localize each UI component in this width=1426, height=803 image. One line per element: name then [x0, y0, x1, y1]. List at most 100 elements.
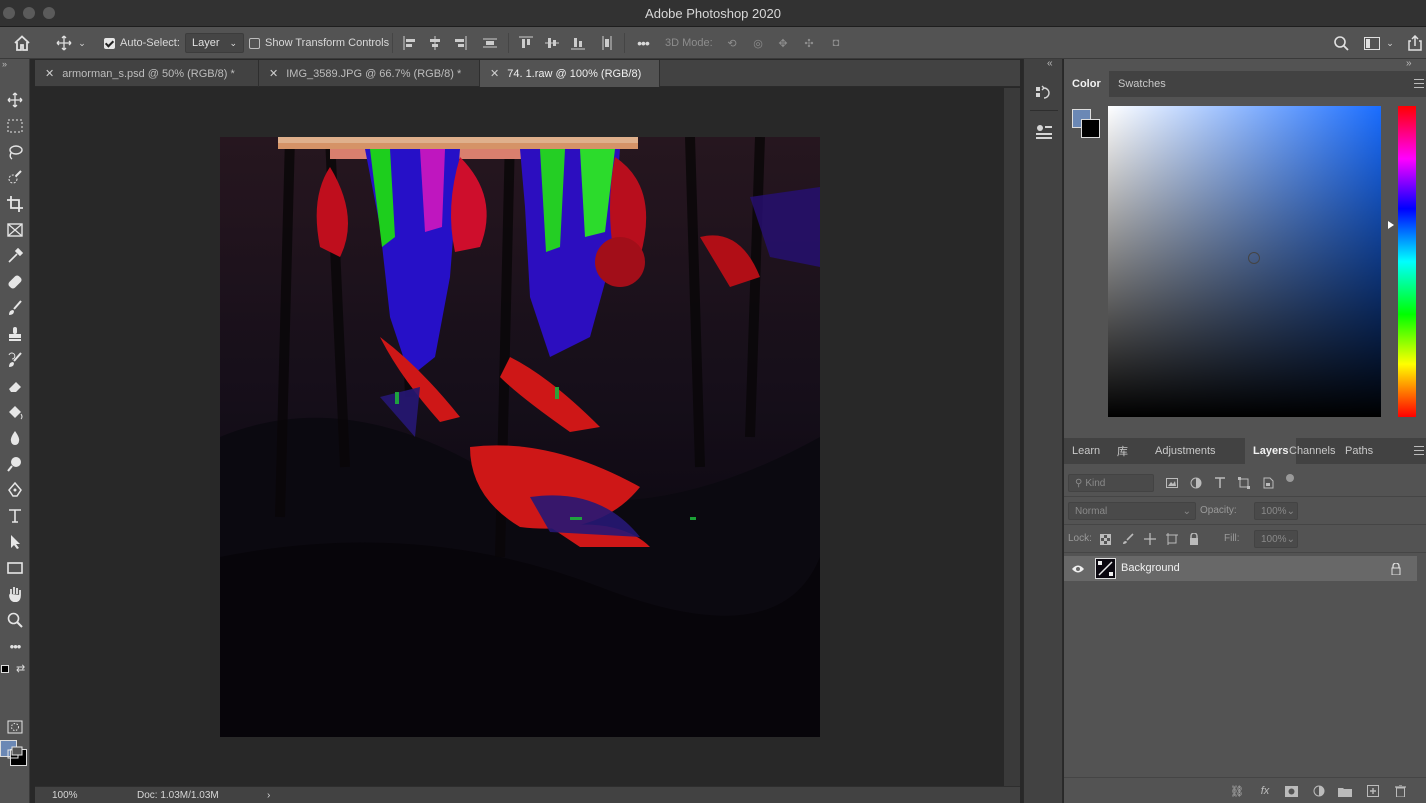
- more-options-button[interactable]: •••: [632, 27, 654, 59]
- filter-toggle-icon[interactable]: [1286, 474, 1294, 482]
- edit-toolbar-icon[interactable]: •••: [4, 635, 26, 657]
- lock-image-pixels-icon[interactable]: [1120, 531, 1136, 547]
- new-group-icon[interactable]: [1337, 783, 1353, 799]
- align-horizontal-centers-icon[interactable]: [425, 27, 445, 59]
- show-transform-toggle[interactable]: Show Transform Controls: [249, 27, 389, 59]
- new-layer-icon[interactable]: [1365, 783, 1381, 799]
- pan-3d-icon[interactable]: ✥: [773, 27, 793, 59]
- tab-libraries[interactable]: 库: [1109, 438, 1136, 464]
- search-icon[interactable]: [1331, 27, 1351, 59]
- pixel-layer-filter-icon[interactable]: [1164, 475, 1180, 491]
- color-field[interactable]: [1108, 106, 1381, 417]
- roll-3d-icon[interactable]: ◎: [748, 27, 768, 59]
- trash-icon[interactable]: [1392, 783, 1408, 799]
- history-panel-icon[interactable]: [1033, 82, 1055, 104]
- close-tab-icon[interactable]: ✕: [269, 67, 278, 80]
- layer-filter-kind[interactable]: ⚲ Kind: [1068, 474, 1154, 492]
- close-tab-icon[interactable]: ✕: [45, 67, 54, 80]
- collapse-panels-icon[interactable]: »: [1406, 58, 1412, 69]
- share-icon[interactable]: [1404, 27, 1426, 59]
- screen-mode-icon[interactable]: [4, 742, 26, 764]
- lasso-icon[interactable]: [4, 141, 26, 163]
- path-selection-icon[interactable]: [4, 531, 26, 553]
- tab-adjustments[interactable]: Adjustments: [1147, 438, 1224, 464]
- hand-icon[interactable]: [4, 583, 26, 605]
- crop-icon[interactable]: [4, 193, 26, 215]
- history-brush-icon[interactable]: [4, 349, 26, 371]
- panel-menu-icon[interactable]: [1414, 446, 1424, 455]
- align-left-edges-icon[interactable]: [400, 27, 420, 59]
- auto-select-checkbox[interactable]: [104, 37, 115, 49]
- quick-mask-icon[interactable]: [4, 716, 26, 738]
- properties-panel-icon[interactable]: [1033, 121, 1055, 143]
- move-tool-icon[interactable]: [4, 89, 26, 111]
- smart-object-filter-icon[interactable]: [1260, 475, 1276, 491]
- document-image[interactable]: [220, 137, 820, 737]
- blend-mode-dropdown[interactable]: Normal ⌄: [1068, 502, 1196, 520]
- layer-effects-icon[interactable]: fx: [1257, 783, 1273, 799]
- document-tab-active[interactable]: ✕ 74. 1.raw @ 100% (RGB/8): [480, 60, 660, 87]
- layer-thumbnail[interactable]: [1095, 558, 1116, 579]
- layer-name[interactable]: Background: [1121, 562, 1180, 574]
- lock-transparent-pixels-icon[interactable]: [1097, 531, 1113, 547]
- status-menu-arrow[interactable]: ›: [267, 790, 270, 801]
- add-mask-icon[interactable]: [1283, 783, 1299, 799]
- hue-slider-marker[interactable]: [1388, 221, 1394, 229]
- opacity-input[interactable]: 100% ⌄: [1254, 502, 1298, 520]
- panel-menu-icon[interactable]: [1414, 79, 1424, 88]
- move-tool-preset-picker[interactable]: ⌄: [52, 27, 90, 59]
- eraser-icon[interactable]: [4, 375, 26, 397]
- hue-slider[interactable]: [1398, 106, 1416, 417]
- dodge-icon[interactable]: [4, 453, 26, 475]
- paint-bucket-icon[interactable]: [4, 401, 26, 423]
- scale-3d-icon[interactable]: ◘: [825, 27, 847, 59]
- align-bottom-edges-icon[interactable]: [568, 27, 588, 59]
- workspace-switcher[interactable]: ⌄: [1362, 27, 1396, 59]
- distribute-horizontal-icon[interactable]: [597, 27, 617, 59]
- panel-background-swatch[interactable]: [1081, 119, 1100, 138]
- lock-artboard-icon[interactable]: [1164, 531, 1180, 547]
- type-icon[interactable]: [4, 505, 26, 527]
- brush-icon[interactable]: [4, 297, 26, 319]
- lock-all-icon[interactable]: [1186, 531, 1202, 547]
- tab-swatches[interactable]: Swatches: [1110, 71, 1174, 97]
- align-top-edges-icon[interactable]: [516, 27, 536, 59]
- layer-row[interactable]: Background: [1064, 556, 1417, 581]
- link-layers-icon[interactable]: ⛓: [1229, 783, 1245, 799]
- document-tab[interactable]: ✕ armorman_s.psd @ 50% (RGB/8) *: [35, 60, 259, 87]
- pen-icon[interactable]: [4, 479, 26, 501]
- new-adjustment-layer-icon[interactable]: [1311, 783, 1327, 799]
- show-transform-checkbox[interactable]: [249, 37, 260, 49]
- rectangular-marquee-icon[interactable]: [4, 115, 26, 137]
- lock-position-icon[interactable]: [1142, 531, 1158, 547]
- type-layer-filter-icon[interactable]: [1212, 475, 1228, 491]
- slide-3d-icon[interactable]: ✣: [799, 27, 819, 59]
- clone-stamp-icon[interactable]: [4, 323, 26, 345]
- home-icon[interactable]: [9, 27, 35, 59]
- vertical-scrollbar[interactable]: [1004, 88, 1020, 786]
- zoom-level[interactable]: 100%: [52, 790, 78, 801]
- blur-icon[interactable]: [4, 427, 26, 449]
- swap-colors-icon[interactable]: ⇄: [16, 662, 25, 675]
- fill-input[interactable]: 100% ⌄: [1254, 530, 1298, 548]
- tab-learn[interactable]: Learn: [1064, 438, 1108, 464]
- adjustment-layer-filter-icon[interactable]: [1188, 475, 1204, 491]
- default-colors-icon[interactable]: [1, 665, 9, 673]
- tab-color[interactable]: Color: [1064, 71, 1109, 97]
- healing-brush-icon[interactable]: [4, 271, 26, 293]
- tab-paths[interactable]: Paths: [1337, 438, 1381, 464]
- document-tab[interactable]: ✕ IMG_3589.JPG @ 66.7% (RGB/8) *: [259, 60, 480, 87]
- close-tab-icon[interactable]: ✕: [490, 67, 499, 80]
- distribute-vertical-icon[interactable]: [480, 27, 500, 59]
- zoom-icon[interactable]: [4, 609, 26, 631]
- tab-channels[interactable]: Channels: [1281, 438, 1343, 464]
- align-vertical-centers-icon[interactable]: [542, 27, 562, 59]
- rectangle-icon[interactable]: [4, 557, 26, 579]
- eyedropper-icon[interactable]: [4, 245, 26, 267]
- orbit-3d-icon[interactable]: ⟲: [722, 27, 742, 59]
- collapse-toolbox-icon[interactable]: »: [2, 59, 7, 69]
- align-right-edges-icon[interactable]: [450, 27, 470, 59]
- quick-selection-icon[interactable]: [4, 167, 26, 189]
- frame-icon[interactable]: [4, 219, 26, 241]
- auto-select-toggle[interactable]: Auto-Select:: [104, 27, 180, 59]
